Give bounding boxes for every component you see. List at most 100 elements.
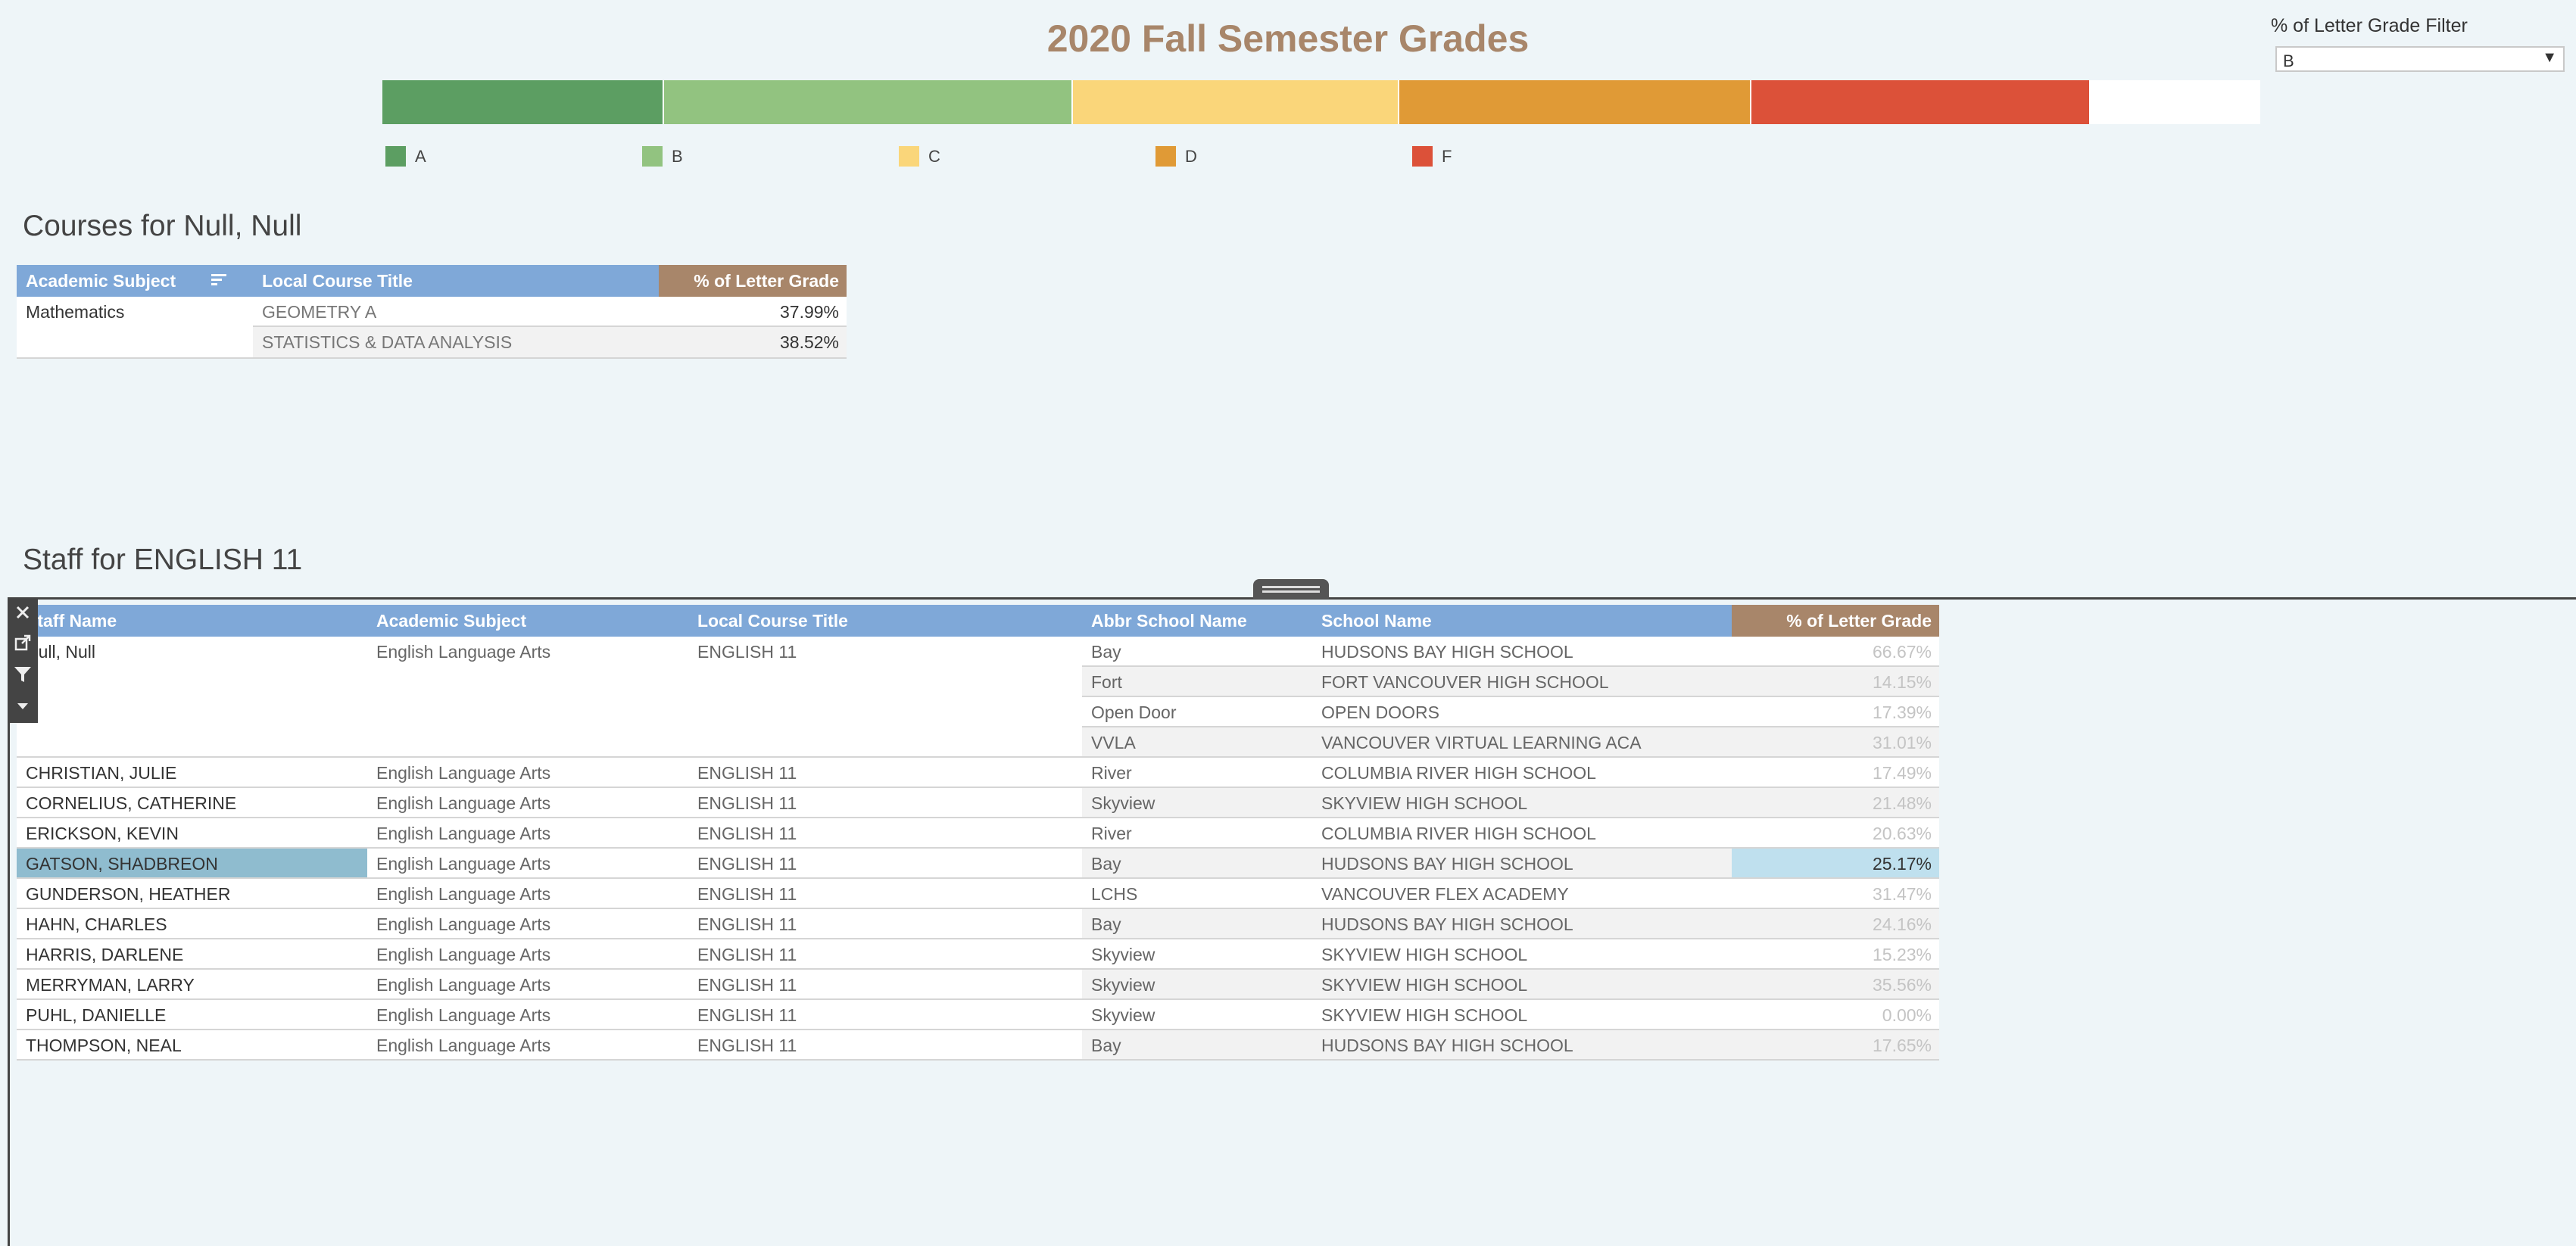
table-row[interactable]: MERRYMAN, LARRY English Language Arts ENGL… — [17, 970, 1939, 1000]
staff-pct-cell[interactable]: 31.01% — [1732, 727, 1939, 758]
courses-header-title[interactable]: Local Course Title — [253, 265, 659, 297]
staff-course-cell[interactable] — [688, 697, 1082, 727]
staff-abbr-cell[interactable]: River — [1082, 818, 1312, 849]
staff-name-cell[interactable]: GUNDERSON, HEATHER — [17, 879, 367, 909]
staff-abbr-cell[interactable]: Skyview — [1082, 970, 1312, 1000]
table-row[interactable]: Fort FORT VANCOUVER HIGH SCHOOL 14.15% — [17, 667, 1939, 697]
staff-name-cell[interactable]: PUHL, DANIELLE — [17, 1000, 367, 1030]
staff-subject-cell[interactable] — [367, 727, 688, 758]
staff-name-cell[interactable] — [17, 697, 367, 727]
staff-subject-cell[interactable]: English Language Arts — [367, 1030, 688, 1061]
table-row[interactable]: VVLA VANCOUVER VIRTUAL LEARNING ACA 31.01% — [17, 727, 1939, 758]
legend-item-b[interactable]: B — [642, 146, 683, 167]
staff-subject-cell[interactable]: English Language Arts — [367, 1000, 688, 1030]
staff-header-name[interactable]: Staff Name — [17, 605, 367, 637]
table-row[interactable]: HARRIS, DARLENE English Language Arts ENGL… — [17, 939, 1939, 970]
staff-school-cell[interactable]: COLUMBIA RIVER HIGH SCHOOL — [1312, 818, 1732, 849]
course-subject-cell[interactable]: Mathematics — [17, 297, 253, 327]
table-row[interactable]: CHRISTIAN, JULIE English Language Arts ENG… — [17, 758, 1939, 788]
table-row[interactable]: CORNELIUS, CATHERINE English Language Art… — [17, 788, 1939, 818]
staff-pct-cell[interactable]: 66.67% — [1732, 637, 1939, 667]
staff-pct-cell[interactable]: 0.00% — [1732, 1000, 1939, 1030]
table-row[interactable]: PUHL, DANIELLE English Language Arts ENGLI… — [17, 1000, 1939, 1030]
course-subject-cell[interactable] — [17, 327, 253, 357]
staff-header-pct[interactable]: % of Letter Grade — [1732, 605, 1939, 637]
staff-pct-cell[interactable]: 21.48% — [1732, 788, 1939, 818]
staff-name-cell[interactable]: CHRISTIAN, JULIE — [17, 758, 367, 788]
staff-course-cell[interactable]: ENGLISH 11 — [688, 909, 1082, 939]
grade-bar-segment-d[interactable] — [1399, 80, 1751, 124]
staff-school-cell[interactable]: COLUMBIA RIVER HIGH SCHOOL — [1312, 758, 1732, 788]
popout-icon[interactable] — [8, 628, 38, 658]
staff-abbr-cell[interactable]: Open Door — [1082, 697, 1312, 727]
staff-abbr-cell[interactable]: Bay — [1082, 849, 1312, 879]
staff-school-cell[interactable]: OPEN DOORS — [1312, 697, 1732, 727]
staff-school-cell[interactable]: VANCOUVER FLEX ACADEMY — [1312, 879, 1732, 909]
staff-subject-cell[interactable]: English Language Arts — [367, 879, 688, 909]
staff-subject-cell[interactable]: English Language Arts — [367, 818, 688, 849]
staff-subject-cell[interactable]: English Language Arts — [367, 849, 688, 879]
staff-subject-cell[interactable]: English Language Arts — [367, 939, 688, 970]
legend-item-d[interactable]: D — [1155, 146, 1197, 167]
staff-header-subject[interactable]: Academic Subject — [367, 605, 688, 637]
staff-course-cell[interactable]: ENGLISH 11 — [688, 788, 1082, 818]
staff-header-course[interactable]: Local Course Title — [688, 605, 1082, 637]
staff-name-cell[interactable]: MERRYMAN, LARRY — [17, 970, 367, 1000]
staff-school-cell[interactable]: SKYVIEW HIGH SCHOOL — [1312, 970, 1732, 1000]
staff-abbr-cell[interactable]: Bay — [1082, 637, 1312, 667]
course-pct-cell[interactable]: 38.52% — [659, 327, 847, 357]
staff-subject-cell[interactable] — [367, 697, 688, 727]
staff-abbr-cell[interactable]: LCHS — [1082, 879, 1312, 909]
staff-pct-cell[interactable]: 24.16% — [1732, 909, 1939, 939]
staff-name-cell[interactable] — [17, 667, 367, 697]
grade-bar-segment-c[interactable] — [1073, 80, 1399, 124]
staff-pct-cell[interactable]: 15.23% — [1732, 939, 1939, 970]
staff-name-cell[interactable]: THOMPSON, NEAL — [17, 1030, 367, 1061]
legend-item-a[interactable]: A — [385, 146, 426, 167]
staff-course-cell[interactable]: ENGLISH 11 — [688, 939, 1082, 970]
resize-grip[interactable] — [1253, 579, 1329, 599]
table-row[interactable]: Open Door OPEN DOORS 17.39% — [17, 697, 1939, 727]
staff-course-cell[interactable]: ENGLISH 11 — [688, 879, 1082, 909]
staff-pct-cell[interactable]: 35.56% — [1732, 970, 1939, 1000]
staff-abbr-cell[interactable]: Skyview — [1082, 788, 1312, 818]
staff-course-cell[interactable]: ENGLISH 11 — [688, 637, 1082, 667]
staff-subject-cell[interactable]: English Language Arts — [367, 758, 688, 788]
staff-header-abbr[interactable]: Abbr School Name — [1082, 605, 1312, 637]
staff-pct-cell[interactable]: 31.47% — [1732, 879, 1939, 909]
staff-school-cell[interactable]: VANCOUVER VIRTUAL LEARNING ACA — [1312, 727, 1732, 758]
legend-item-c[interactable]: C — [899, 146, 940, 167]
staff-subject-cell[interactable]: English Language Arts — [367, 637, 688, 667]
staff-school-cell[interactable]: HUDSONS BAY HIGH SCHOOL — [1312, 909, 1732, 939]
staff-pct-cell[interactable]: 20.63% — [1732, 818, 1939, 849]
staff-course-cell[interactable]: ENGLISH 11 — [688, 1000, 1082, 1030]
staff-abbr-cell[interactable]: Bay — [1082, 1030, 1312, 1061]
staff-course-cell[interactable]: ENGLISH 11 — [688, 758, 1082, 788]
table-row[interactable]: Null, Null English Language Arts ENGLISH 1… — [17, 637, 1939, 667]
course-title-cell[interactable]: STATISTICS & DATA ANALYSIS — [253, 327, 659, 357]
staff-school-cell[interactable]: SKYVIEW HIGH SCHOOL — [1312, 939, 1732, 970]
staff-abbr-cell[interactable]: Skyview — [1082, 1000, 1312, 1030]
staff-course-cell[interactable] — [688, 667, 1082, 697]
table-row[interactable]: GATSON, SHADBREON English Language Arts EN… — [17, 849, 1939, 879]
grade-filter-dropdown[interactable]: B ▼ — [2275, 46, 2565, 72]
staff-abbr-cell[interactable]: Fort — [1082, 667, 1312, 697]
staff-school-cell[interactable]: HUDSONS BAY HIGH SCHOOL — [1312, 849, 1732, 879]
staff-pct-cell[interactable]: 25.17% — [1732, 849, 1939, 879]
staff-name-cell[interactable] — [17, 727, 367, 758]
staff-school-cell[interactable]: HUDSONS BAY HIGH SCHOOL — [1312, 637, 1732, 667]
staff-name-cell[interactable]: CORNELIUS, CATHERINE — [17, 788, 367, 818]
table-row[interactable]: GUNDERSON, HEATHER English Language Arts E… — [17, 879, 1939, 909]
staff-school-cell[interactable]: SKYVIEW HIGH SCHOOL — [1312, 1000, 1732, 1030]
more-options-icon[interactable] — [8, 691, 38, 721]
filter-icon[interactable] — [8, 659, 38, 690]
staff-name-cell[interactable]: GATSON, SHADBREON — [17, 849, 367, 879]
table-row[interactable]: ERICKSON, KEVIN English Language Arts ENGL… — [17, 818, 1939, 849]
staff-name-cell[interactable]: HARRIS, DARLENE — [17, 939, 367, 970]
close-icon[interactable] — [8, 597, 38, 628]
staff-course-cell[interactable]: ENGLISH 11 — [688, 849, 1082, 879]
legend-item-f[interactable]: F — [1412, 146, 1452, 167]
grade-bar-segment-b[interactable] — [664, 80, 1073, 124]
staff-abbr-cell[interactable]: River — [1082, 758, 1312, 788]
staff-abbr-cell[interactable]: VVLA — [1082, 727, 1312, 758]
